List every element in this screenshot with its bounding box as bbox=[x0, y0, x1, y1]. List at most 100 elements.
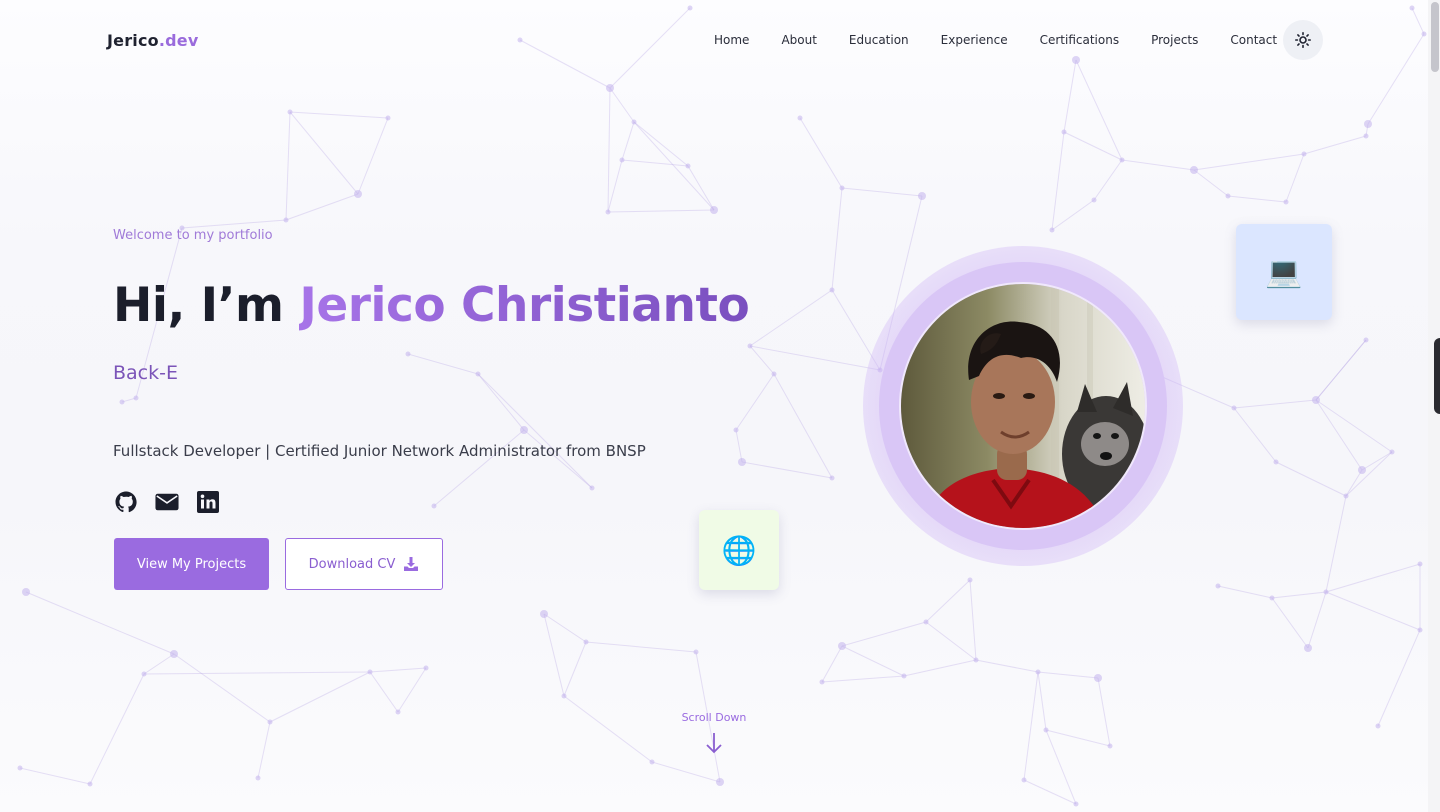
network-node bbox=[561, 693, 567, 699]
linkedin-link[interactable] bbox=[196, 490, 220, 514]
network-node bbox=[747, 343, 753, 349]
profile-avatar bbox=[899, 282, 1147, 530]
network-line bbox=[821, 645, 843, 683]
network-line bbox=[1045, 729, 1111, 747]
network-node bbox=[17, 765, 23, 771]
network-line bbox=[143, 671, 371, 675]
network-line bbox=[477, 373, 593, 489]
network-line bbox=[969, 579, 977, 661]
hero-greeting: Hi, I’m bbox=[113, 278, 300, 333]
network-line bbox=[741, 461, 833, 479]
network-line bbox=[925, 579, 971, 623]
nav-link-experience[interactable]: Experience bbox=[941, 33, 1008, 47]
network-line bbox=[543, 613, 565, 697]
network-line bbox=[1097, 677, 1111, 747]
network-line bbox=[1227, 195, 1287, 203]
network-node bbox=[1304, 644, 1312, 652]
scroll-down-indicator[interactable]: Scroll Down bbox=[664, 711, 764, 754]
network-line bbox=[121, 397, 137, 403]
network-line bbox=[1315, 399, 1363, 471]
network-node bbox=[475, 371, 481, 377]
network-node bbox=[367, 669, 373, 675]
globe-card: 🌐 bbox=[699, 510, 779, 590]
email-link[interactable] bbox=[155, 490, 179, 514]
network-node bbox=[1225, 193, 1231, 199]
network-line bbox=[1325, 495, 1347, 593]
network-node bbox=[710, 206, 718, 214]
network-node bbox=[1323, 589, 1329, 595]
network-node bbox=[1091, 197, 1097, 203]
network-line bbox=[289, 111, 389, 119]
theme-toggle-button[interactable] bbox=[1283, 20, 1323, 60]
network-line bbox=[1315, 339, 1367, 401]
network-line bbox=[563, 695, 653, 763]
network-line bbox=[289, 111, 359, 195]
email-icon bbox=[155, 493, 179, 511]
network-line bbox=[285, 111, 291, 221]
network-line bbox=[1093, 159, 1123, 201]
github-link[interactable] bbox=[114, 490, 138, 514]
network-line bbox=[841, 621, 927, 647]
network-line bbox=[749, 345, 881, 371]
nav-link-projects[interactable]: Projects bbox=[1151, 33, 1198, 47]
nav-link-home[interactable]: Home bbox=[714, 33, 749, 47]
nav-link-certifications[interactable]: Certifications bbox=[1040, 33, 1119, 47]
network-line bbox=[477, 373, 525, 431]
network-node bbox=[1358, 466, 1366, 474]
network-node bbox=[287, 109, 293, 115]
network-line bbox=[1345, 469, 1363, 497]
network-line bbox=[621, 159, 689, 167]
logo-main-text: Jerico bbox=[107, 31, 159, 50]
network-node bbox=[1231, 405, 1237, 411]
network-node bbox=[1301, 151, 1307, 157]
network-node bbox=[1283, 199, 1289, 205]
network-node bbox=[839, 185, 845, 191]
network-line bbox=[1325, 591, 1421, 631]
network-line bbox=[1121, 159, 1195, 171]
network-line bbox=[1193, 169, 1229, 197]
network-node bbox=[1273, 459, 1279, 465]
network-node bbox=[133, 395, 139, 401]
network-line bbox=[841, 645, 905, 677]
nav-link-about[interactable]: About bbox=[781, 33, 816, 47]
site-logo[interactable]: Jerico.dev bbox=[107, 31, 198, 50]
network-line bbox=[925, 621, 977, 661]
scrollbar-thumb[interactable] bbox=[1431, 2, 1439, 72]
laptop-icon: 💻 bbox=[1265, 254, 1303, 290]
typed-role-text: Back-E bbox=[113, 362, 178, 384]
network-node bbox=[829, 287, 835, 293]
network-node bbox=[685, 163, 691, 169]
network-line bbox=[1217, 585, 1273, 599]
network-line bbox=[407, 353, 479, 375]
network-line bbox=[257, 721, 271, 779]
github-icon bbox=[115, 491, 137, 513]
network-node bbox=[838, 642, 846, 650]
network-node bbox=[1049, 227, 1055, 233]
network-node bbox=[354, 190, 362, 198]
network-line bbox=[1233, 407, 1277, 463]
globe-icon: 🌐 bbox=[721, 533, 757, 567]
network-line bbox=[633, 121, 689, 167]
network-node bbox=[606, 84, 614, 92]
network-line bbox=[1037, 671, 1047, 731]
network-node bbox=[733, 427, 739, 433]
view-projects-button[interactable]: View My Projects bbox=[114, 538, 269, 590]
network-line bbox=[1303, 135, 1367, 155]
network-line bbox=[607, 209, 715, 213]
network-node bbox=[619, 157, 625, 163]
network-node bbox=[255, 775, 261, 781]
network-line bbox=[143, 653, 175, 675]
network-line bbox=[181, 219, 287, 229]
network-node bbox=[1094, 674, 1102, 682]
nav-links: Home About Education Experience Certific… bbox=[714, 33, 1309, 47]
network-line bbox=[903, 659, 977, 677]
nav-link-contact[interactable]: Contact bbox=[1230, 33, 1277, 47]
network-line bbox=[831, 187, 843, 291]
nav-link-education[interactable]: Education bbox=[849, 33, 909, 47]
side-tab[interactable] bbox=[1434, 338, 1440, 414]
network-node bbox=[693, 649, 699, 655]
network-node bbox=[1343, 493, 1349, 499]
download-cv-button[interactable]: Download CV bbox=[285, 538, 443, 590]
network-node bbox=[87, 781, 93, 787]
download-icon bbox=[404, 557, 419, 571]
